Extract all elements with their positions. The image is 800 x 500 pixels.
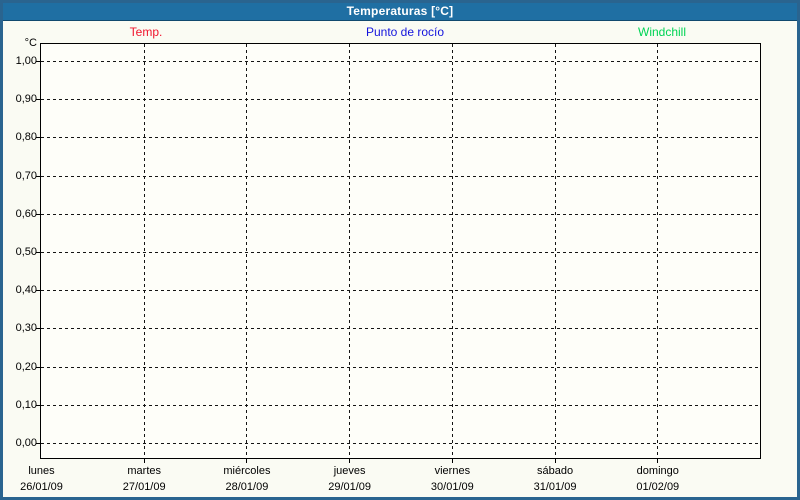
y-axis-tick [36, 61, 41, 62]
x-axis-day-label: lunes [28, 465, 55, 477]
y-axis-label: 0,70 [15, 169, 37, 182]
x-axis-day-label: viernes [434, 465, 471, 477]
y-axis-label: 0,80 [15, 131, 37, 144]
y-axis-label: 0,60 [15, 207, 37, 220]
y-axis-tick [36, 252, 41, 253]
x-axis-date-label: 27/01/09 [122, 481, 166, 493]
y-axis-tick [36, 137, 41, 138]
chart-content: Temperaturas [°C] Temp. Punto de rocío Win… [3, 3, 797, 497]
y-axis-label: 0,50 [15, 246, 37, 258]
legend-item-temp: Temp. [129, 25, 163, 39]
y-axis-tick [36, 367, 41, 368]
y-axis-unit-label: °C [24, 37, 37, 49]
chart-window: Temperaturas [°C] Temp. Punto de rocío Win… [0, 0, 800, 500]
y-axis-tick [36, 290, 41, 291]
x-axis-tick [246, 459, 247, 463]
y-axis-tick [36, 99, 41, 100]
x-axis-date-label: 26/01/09 [20, 481, 63, 493]
x-axis-day-label: martes [127, 465, 162, 477]
chart-title-bar: Temperaturas [°C] [3, 3, 797, 21]
y-axis-tick [36, 176, 41, 177]
x-axis-tick [657, 459, 658, 463]
x-axis-date-label: 28/01/09 [225, 481, 269, 493]
x-axis-date-label: 31/01/09 [533, 481, 577, 493]
y-axis-label: 1,00 [15, 55, 37, 67]
x-axis-tick [144, 459, 145, 463]
y-axis-label: 0,90 [15, 93, 37, 106]
legend-item-dewpoint: Punto de rocío [365, 25, 445, 39]
y-axis-tick [36, 214, 41, 215]
y-axis-label: 0,20 [15, 360, 37, 373]
legend-item-windchill: Windchill [637, 25, 687, 39]
y-axis-label: 0,30 [15, 322, 37, 335]
y-axis-tick [36, 328, 41, 329]
x-axis-day-label: sábado [537, 465, 574, 477]
y-axis-label: 0,00 [15, 437, 37, 449]
x-axis-day-label: miércoles [223, 465, 271, 477]
x-axis-tick [452, 459, 453, 463]
legend: Temp. Punto de rocío Windchill [3, 24, 797, 40]
x-axis-tick [349, 459, 350, 463]
y-axis-label: 0,40 [15, 284, 37, 297]
y-axis-tick [36, 443, 41, 444]
x-axis-date-label: 01/02/09 [636, 481, 680, 493]
y-axis-label: 0,10 [15, 398, 37, 411]
x-axis-day-label: domingo [636, 465, 679, 477]
gridlines [41, 44, 760, 458]
chart-title: Temperaturas [°C] [346, 4, 454, 18]
plot-area [40, 43, 761, 459]
y-axis-tick [36, 405, 41, 406]
x-axis-date-label: 30/01/09 [430, 481, 474, 493]
x-axis-tick [555, 459, 556, 463]
x-axis-date-label: 29/01/09 [328, 481, 372, 493]
x-axis-day-label: jueves [333, 465, 366, 477]
